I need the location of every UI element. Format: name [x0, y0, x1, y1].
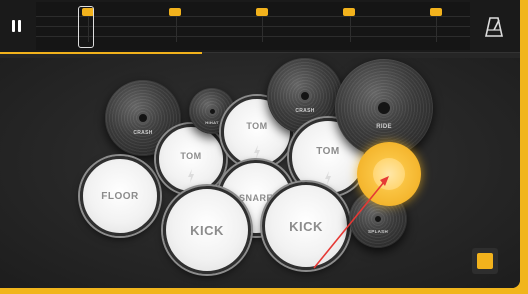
pad-label: KICK — [190, 222, 224, 238]
cymbal-label: CRASH — [133, 130, 153, 137]
cymbal-label: CRASH — [295, 108, 315, 115]
pause-button[interactable] — [6, 14, 28, 40]
pad-active-highlight[interactable] — [357, 142, 421, 206]
metronome-icon — [485, 17, 503, 37]
cymbal-label: RIDE — [376, 123, 392, 130]
pad-label: TOM — [246, 121, 268, 131]
top-bar — [0, 0, 520, 52]
bolt-icon — [188, 169, 194, 183]
pause-icon — [12, 20, 15, 32]
record-button[interactable] — [472, 248, 498, 274]
metronome-button[interactable] — [480, 14, 508, 40]
playback-progress — [0, 52, 202, 54]
pad-kick-right[interactable]: KICK — [262, 182, 350, 270]
pad-label: KICK — [289, 218, 323, 234]
drum-kit: CRASH FLOOR TOM HIHAT TOM CRASH TOM RIDE… — [0, 58, 520, 288]
beat-marker[interactable] — [169, 8, 181, 16]
drum-app: CRASH FLOOR TOM HIHAT TOM CRASH TOM RIDE… — [0, 0, 520, 288]
cymbal-label: HIHAT — [205, 120, 219, 126]
pad-tom-left[interactable]: TOM — [156, 124, 226, 194]
pad-label: TOM — [316, 145, 340, 157]
record-icon — [477, 253, 493, 269]
playhead[interactable] — [78, 6, 94, 48]
cymbal-hub — [137, 112, 149, 124]
beat-marker[interactable] — [343, 8, 355, 16]
pad-floor[interactable]: FLOOR — [80, 156, 160, 236]
beat-timeline[interactable] — [36, 2, 470, 50]
beat-marker[interactable] — [256, 8, 268, 16]
beat-marker[interactable] — [430, 8, 442, 16]
pad-label: FLOOR — [101, 190, 139, 202]
bolt-icon — [254, 145, 260, 159]
bolt-icon — [325, 171, 331, 185]
pad-label: TOM — [180, 151, 202, 161]
pad-kick-left[interactable]: KICK — [163, 186, 251, 274]
cymbal-label: SPLASH — [367, 229, 389, 235]
